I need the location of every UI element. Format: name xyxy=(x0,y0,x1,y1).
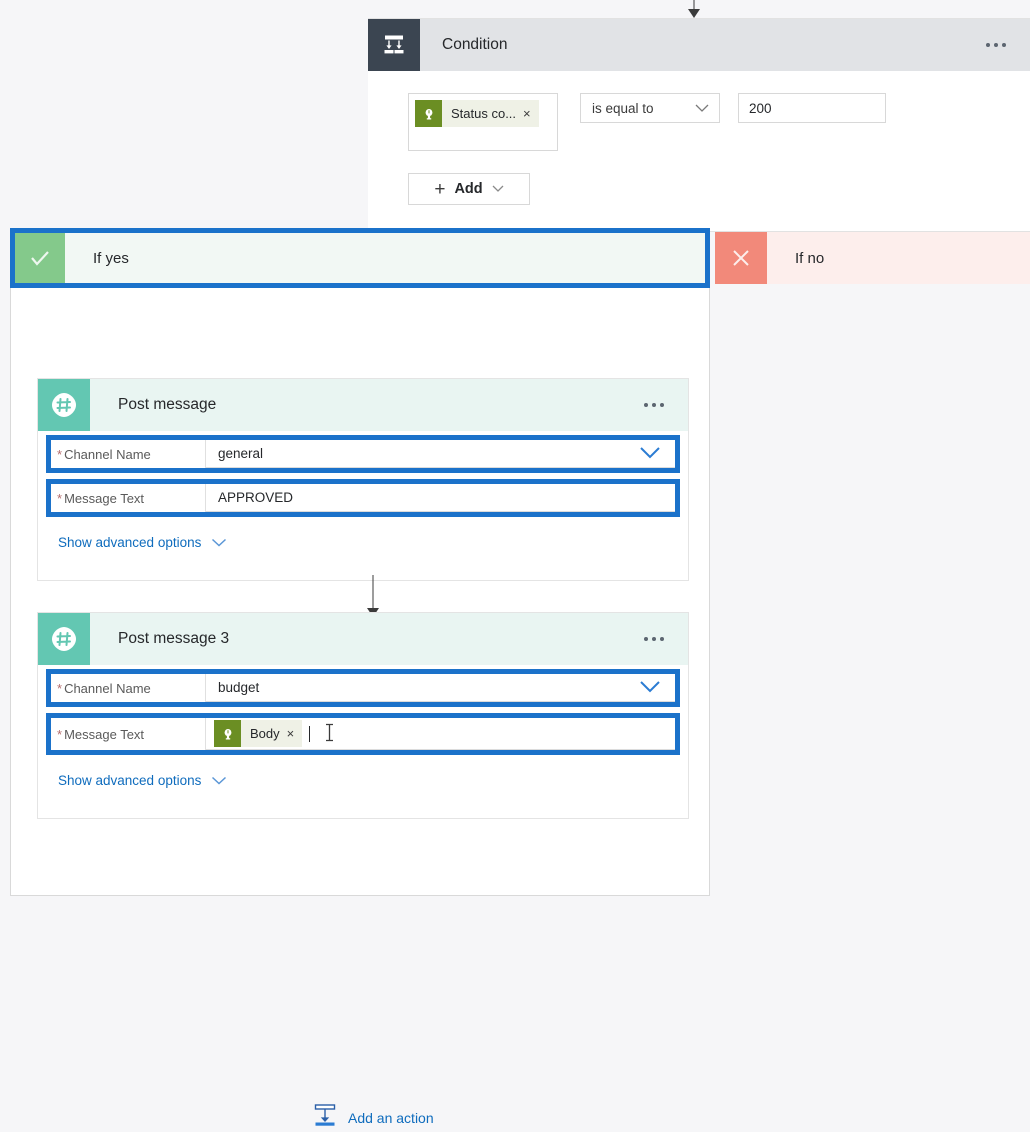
required-asterisk: * xyxy=(57,680,63,696)
condition-title: Condition xyxy=(442,36,508,53)
condition-operator-value: is equal to xyxy=(592,100,654,116)
add-an-action-button[interactable]: Add an action xyxy=(314,1103,434,1132)
text-caret xyxy=(309,725,311,742)
token-label: Status co... xyxy=(451,106,517,121)
condition-operator-select[interactable]: is equal to xyxy=(580,93,720,123)
if-yes-branch: If yes Post message * Channel Name gener… xyxy=(10,228,710,1126)
field-highlight-message-text: * Message Text Body × xyxy=(46,713,680,755)
chevron-down-icon xyxy=(211,535,227,550)
token-remove-icon[interactable]: × xyxy=(523,106,539,121)
token-label: Body xyxy=(250,726,280,741)
if-no-branch: If no xyxy=(715,232,1030,284)
connector-arrow-top xyxy=(687,0,701,18)
ibeam-cursor xyxy=(324,722,335,745)
field-highlight-channel-name: * Channel Name budget xyxy=(46,669,680,707)
action-menu-icon[interactable] xyxy=(644,637,664,641)
token-chip[interactable]: Status co... × xyxy=(415,100,539,127)
field-label-text: Message Text xyxy=(64,490,145,506)
field-row-message-text: * Message Text Body × xyxy=(51,718,675,750)
action-title: Post message xyxy=(118,396,217,413)
field-highlight-channel-name: * Channel Name general xyxy=(46,435,680,473)
slack-hash-icon xyxy=(38,379,90,431)
chevron-down-icon[interactable] xyxy=(639,680,661,696)
http-connector-icon xyxy=(415,100,442,127)
condition-body: Status co... × is equal to 200 + Add xyxy=(368,71,1030,231)
action-menu-icon[interactable] xyxy=(644,403,664,407)
token-remove-icon[interactable]: × xyxy=(287,726,303,741)
close-icon xyxy=(715,232,767,284)
check-icon xyxy=(15,233,65,283)
field-row-message-text: * Message Text APPROVED xyxy=(51,484,675,512)
action-body: * Channel Name budget * Message Text Bod… xyxy=(38,669,688,818)
show-advanced-options-link[interactable]: Show advanced options xyxy=(38,755,688,788)
token-chip[interactable]: Body × xyxy=(214,720,303,747)
field-label-text: Message Text xyxy=(64,726,145,742)
field-row-channel-name: * Channel Name general xyxy=(51,440,675,468)
action-header: Post message xyxy=(38,379,688,431)
plus-icon: + xyxy=(434,178,446,200)
add-action-icon xyxy=(314,1103,336,1132)
required-asterisk: * xyxy=(57,490,63,506)
field-label-text: Channel Name xyxy=(64,680,151,696)
field-value-text: budget xyxy=(218,680,260,695)
condition-icon xyxy=(368,19,420,71)
card-bottom-padding xyxy=(38,788,688,818)
condition-card: Condition Status co... × is equal to 200… xyxy=(368,18,1030,232)
action-card-post-message-3: Post message 3 * Channel Name budget * M… xyxy=(37,612,689,819)
field-label-channel-name: * Channel Name xyxy=(51,440,206,468)
field-value-text: general xyxy=(218,446,264,461)
condition-operand-field[interactable]: Status co... × xyxy=(408,93,558,151)
field-input-message-text[interactable]: Body × xyxy=(206,718,675,750)
field-input-channel-name[interactable]: general xyxy=(206,440,675,468)
chevron-down-icon xyxy=(695,101,709,116)
field-label-text: Channel Name xyxy=(64,446,151,462)
required-asterisk: * xyxy=(57,446,63,462)
action-body: * Channel Name general * Message Text AP… xyxy=(38,435,688,580)
field-highlight-message-text: * Message Text APPROVED xyxy=(46,479,680,517)
field-row-channel-name: * Channel Name budget xyxy=(51,674,675,702)
if-yes-body: Post message * Channel Name general * Me… xyxy=(10,288,710,1126)
show-advanced-options-label: Show advanced options xyxy=(58,773,202,788)
http-connector-icon xyxy=(214,720,241,747)
action-title: Post message 3 xyxy=(118,630,230,647)
add-an-action-label: Add an action xyxy=(348,1109,434,1126)
if-no-header: If no xyxy=(715,232,1030,284)
field-label-message-text: * Message Text xyxy=(51,718,206,750)
condition-add-button[interactable]: + Add xyxy=(408,173,530,205)
field-input-message-text[interactable]: APPROVED xyxy=(206,484,675,512)
action-card-post-message: Post message * Channel Name general * Me… xyxy=(37,378,689,581)
if-yes-label: If yes xyxy=(93,249,129,267)
if-yes-header: If yes xyxy=(10,228,710,288)
condition-value-input[interactable]: 200 xyxy=(738,93,886,123)
condition-add-label: Add xyxy=(454,181,483,197)
chevron-down-icon xyxy=(211,773,227,788)
show-advanced-options-link[interactable]: Show advanced options xyxy=(38,517,688,550)
condition-header: Condition xyxy=(368,19,1030,71)
field-input-channel-name[interactable]: budget xyxy=(206,674,675,702)
condition-row: Status co... × is equal to 200 xyxy=(408,93,1030,151)
card-bottom-padding xyxy=(38,550,688,580)
condition-menu-icon[interactable] xyxy=(986,43,1006,47)
action-header: Post message 3 xyxy=(38,613,688,665)
show-advanced-options-label: Show advanced options xyxy=(58,535,202,550)
slack-hash-icon xyxy=(38,613,90,665)
field-label-channel-name: * Channel Name xyxy=(51,674,206,702)
connector-arrow-between-actions xyxy=(366,575,380,617)
chevron-down-icon xyxy=(492,180,504,198)
field-label-message-text: * Message Text xyxy=(51,484,206,512)
chevron-down-icon[interactable] xyxy=(639,446,661,462)
required-asterisk: * xyxy=(57,726,63,742)
if-no-label: If no xyxy=(795,249,825,267)
